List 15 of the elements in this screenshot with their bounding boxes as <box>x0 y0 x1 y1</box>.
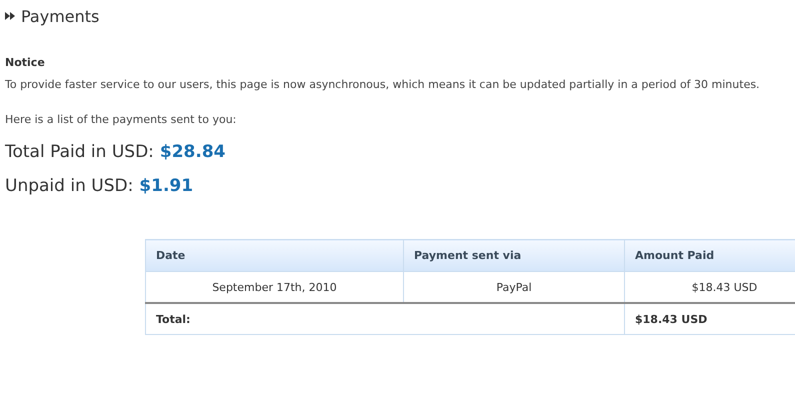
table-cell: September 17th, 2010 <box>146 272 404 303</box>
total-label: Total Paid in USD: <box>5 142 154 162</box>
notice-heading: Notice <box>5 56 46 69</box>
total-label: Total: <box>146 303 624 334</box>
total-amount: $1.91 <box>139 176 194 196</box>
double-arrow-icon <box>5 12 15 20</box>
intro-text: Here is a list of the payments sent to you: <box>5 113 238 126</box>
total-amount: $18.43 USD <box>624 303 795 334</box>
total-amount: $28.84 <box>160 142 226 162</box>
column-header: Payment sent via <box>404 240 624 272</box>
column-header: Amount Paid <box>624 240 795 272</box>
page-title: Payments <box>21 6 100 26</box>
notice-text: To provide faster service to our users, this page is now asynchronous, which means it can be updated partially in a period of 30 minutes. <box>5 78 761 91</box>
total-label: Unpaid in USD: <box>5 176 134 196</box>
column-header: Date <box>146 240 404 272</box>
